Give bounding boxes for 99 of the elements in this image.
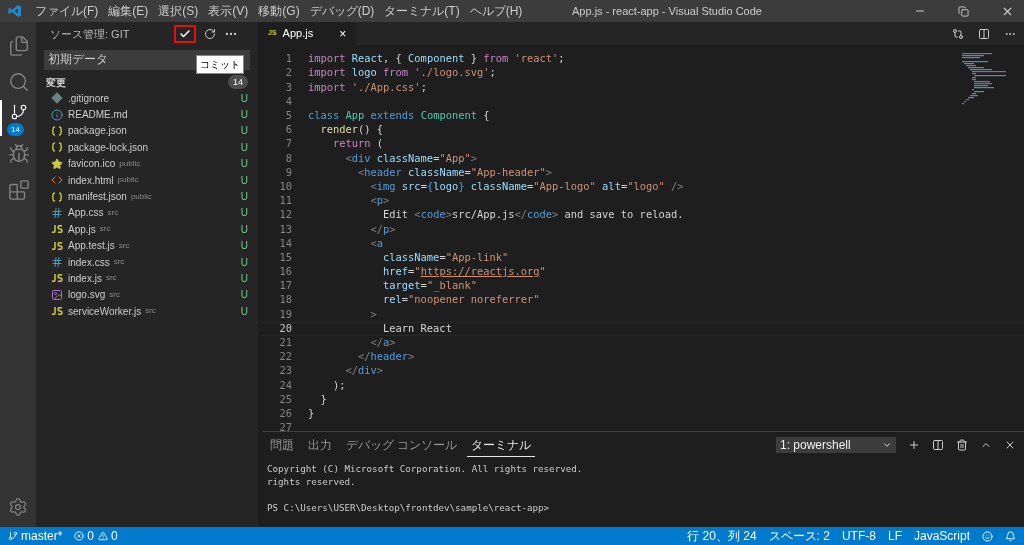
file-name: README.md — [68, 108, 128, 123]
line-number: 25 — [278, 391, 293, 407]
line-number: 17 — [278, 278, 293, 294]
code-line: return ( — [332, 136, 384, 152]
file-name: index.css — [68, 255, 110, 270]
line-number: 20 — [278, 320, 293, 336]
code-line: </header> — [357, 349, 415, 365]
line-number: 6 — [284, 122, 293, 138]
code-line: target="_blank" — [382, 278, 477, 294]
folder-label: src — [105, 272, 117, 285]
code-line: <div className="App"> — [344, 150, 477, 166]
commit-tooltip: コミット — [196, 55, 244, 74]
folder-label: public — [130, 190, 152, 203]
count-badge: 14 — [7, 123, 24, 136]
folder-label: src — [99, 223, 111, 236]
code-line: </a> — [369, 335, 396, 351]
code-line: </div> — [344, 363, 384, 379]
code-line: ); — [332, 377, 346, 393]
status-letter: U — [240, 140, 248, 155]
code-line: </p> — [369, 221, 396, 237]
line-number: 18 — [278, 292, 293, 308]
line-number: 8 — [284, 150, 293, 166]
status-letter: U — [240, 173, 248, 188]
folder-label: src — [118, 239, 130, 252]
file-name: package.json — [68, 124, 127, 139]
line-number: 11 — [278, 193, 293, 209]
file-name: App.test.js — [68, 239, 115, 254]
file-name: .gitignore — [68, 91, 110, 106]
code-line: <a — [369, 235, 384, 251]
code-line: Learn React — [382, 320, 452, 336]
file-name: index.js — [68, 272, 102, 286]
status-letter: U — [240, 288, 248, 303]
status-letter: U — [240, 222, 248, 237]
code-line: Edit <code>src/App.js</code> and save to reload. — [382, 207, 684, 223]
line-number: 15 — [278, 249, 293, 265]
file-name: logo.svg — [68, 288, 106, 303]
line-number: 26 — [278, 406, 293, 421]
code-line: className="App-link" — [382, 249, 509, 265]
file-name: package-lock.json — [68, 140, 149, 155]
file-name: index.html — [68, 173, 114, 188]
code-line: import './App.css'; — [307, 79, 427, 95]
line-number: 5 — [284, 108, 293, 124]
code-line: import React, { Component } from 'react'; — [307, 51, 565, 67]
status-letter: U — [240, 190, 248, 205]
status-letter: U — [240, 272, 248, 286]
status-letter: U — [240, 124, 248, 139]
terminal-line: rights reserved. — [267, 475, 357, 488]
tab-label: App.js — [282, 26, 314, 42]
line-number: 3 — [284, 79, 293, 95]
line-number: 12 — [278, 207, 293, 223]
code-line: <header className="App-header"> — [357, 164, 553, 180]
terminal-prompt: PS C:\Users\USER\Desktop\frontdev\sample\react-app> — [267, 501, 551, 514]
status-letter: U — [240, 157, 248, 172]
line-number: 22 — [278, 349, 293, 365]
status-letter: U — [240, 304, 248, 319]
line-number: 13 — [278, 221, 293, 237]
file-name: App.css — [68, 206, 104, 221]
code-line: rel="noopener noreferrer" — [382, 292, 540, 308]
line-number: 27 — [278, 420, 293, 436]
file-name: favicon.ico — [68, 157, 116, 172]
folder-label: src — [107, 206, 119, 219]
line-number: 23 — [278, 363, 293, 379]
code-line: href="https://reactjs.org" — [382, 264, 546, 280]
code-line: } — [319, 391, 327, 407]
status-letter: U — [240, 255, 248, 270]
folder-label: src — [113, 256, 125, 269]
window-title: App.js - react-app - Visual Studio Code — [572, 3, 762, 19]
status-letter: U — [240, 91, 248, 106]
file-name: App.js — [68, 222, 96, 237]
line-number: 21 — [278, 335, 293, 351]
terminal-line: Copyright (C) Microsoft Corporation. All rights reserved. — [267, 462, 584, 475]
folder-label: public — [119, 157, 141, 170]
code-line: render() { — [319, 122, 384, 138]
code-line: > — [369, 306, 377, 322]
code-line: } — [307, 406, 315, 421]
line-number: 4 — [284, 93, 293, 109]
file-name: manifest.json — [68, 190, 127, 205]
folder-label: public — [117, 174, 139, 187]
line-number: 14 — [278, 235, 293, 251]
line-number: 7 — [284, 136, 293, 152]
code-line: <p> — [369, 193, 390, 209]
code-line: import logo from './logo.svg'; — [307, 65, 496, 81]
status-letter: U — [240, 239, 248, 254]
file-name: serviceWorker.js — [68, 304, 142, 319]
folder-label: src — [109, 288, 120, 301]
line-number: 24 — [278, 377, 293, 393]
line-number: 19 — [278, 306, 293, 322]
line-number: 16 — [278, 264, 293, 280]
line-number: 9 — [284, 164, 293, 180]
code-line: class App extends Component { — [307, 108, 490, 124]
folder-label: src — [145, 305, 156, 318]
code-line: <img src={logo} className="App-logo" alt="logo" /> — [369, 179, 684, 194]
line-number: 2 — [284, 65, 293, 81]
count-badge: 14 — [228, 75, 248, 89]
status-letter: U — [240, 206, 248, 221]
line-number: 10 — [278, 179, 293, 194]
line-number: 1 — [284, 51, 293, 67]
status-letter: U — [240, 108, 248, 123]
sidebar-title: ソース管理: GIT — [50, 26, 130, 42]
